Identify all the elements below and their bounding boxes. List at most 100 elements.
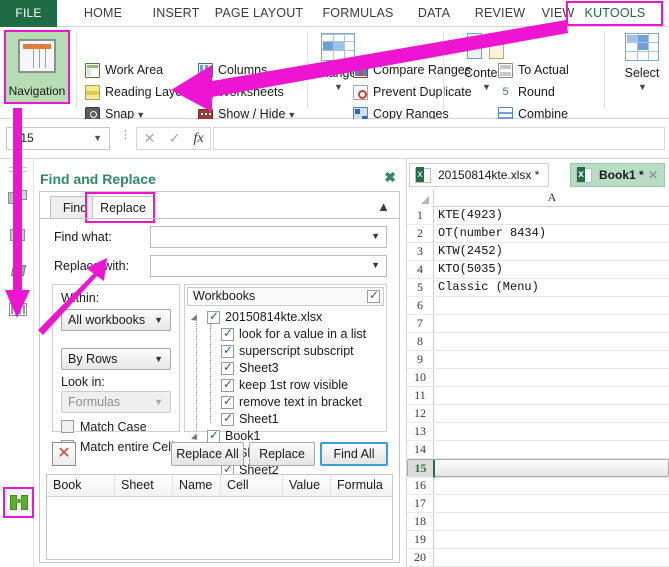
tree-checkbox[interactable] [221,362,234,375]
chevron-down-icon[interactable]: ▼ [154,349,163,369]
close-x-icon[interactable]: ✖ [384,169,396,186]
chevron-down-icon[interactable]: ▼ [482,82,491,92]
tree-checkbox[interactable] [221,396,234,409]
column-header-value[interactable]: Value [283,475,331,496]
cell-a17[interactable] [435,495,669,513]
cell-a12[interactable] [435,405,669,423]
formula-input[interactable] [213,127,665,150]
tab-insert[interactable]: INSERT [145,0,207,27]
autotext-pane-icon[interactable] [7,261,29,281]
cell-a11[interactable] [435,387,669,405]
tree-checkbox[interactable] [221,345,234,358]
row-header[interactable]: 4 [407,261,434,279]
within-select[interactable]: All workbooks ▼ [61,309,171,331]
cell-a14[interactable] [435,441,669,459]
row-header[interactable]: 13 [407,423,434,441]
tree-checkbox[interactable] [221,379,234,392]
column-header-a[interactable]: A [435,189,669,207]
tab-data[interactable]: DATA [408,0,460,27]
column-header-sheet[interactable]: Sheet [115,475,173,496]
workbook-tab-kte[interactable]: 20150814kte.xlsx * [409,163,549,187]
row-header[interactable]: 2 [407,225,434,243]
replace-with-input[interactable]: ▼ [150,255,387,277]
replace-all-button[interactable]: Replace All [171,442,244,466]
tab-close-icon[interactable]: ✕ [648,164,658,186]
cell-a4[interactable]: KTO(5035) [435,261,669,279]
tree-checkbox[interactable] [221,413,234,426]
cmd-work-area[interactable]: Work Area [84,60,163,81]
name-box[interactable]: F15 ▼ [6,127,110,150]
row-header[interactable]: 18 [407,513,434,531]
chevron-down-icon[interactable]: ▼ [154,310,163,330]
row-header[interactable]: 9 [407,351,434,369]
fx-icon[interactable]: fx [186,128,211,149]
cmd-prevent-duplicate[interactable]: Prevent Duplicate [352,82,472,103]
find-all-button[interactable]: Find All [320,442,388,466]
chevron-down-icon[interactable]: ▼ [371,260,380,270]
cell-a2[interactable]: OT(number 8434) [435,225,669,243]
column-header-cell[interactable]: Cell [221,475,283,496]
row-header[interactable]: 7 [407,315,434,333]
collapse-chevron-icon[interactable]: ▲ [377,199,390,214]
cell-a16[interactable] [435,477,669,495]
match-case-checkbox[interactable]: Match Case [61,419,147,435]
tab-review[interactable]: REVIEW [466,0,534,27]
row-header[interactable]: 12 [407,405,434,423]
row-header[interactable]: 11 [407,387,434,405]
tab-page-layout[interactable]: PAGE LAYOUT [205,0,313,27]
chevron-down-icon[interactable]: ▼ [638,82,647,92]
cell-a15[interactable] [436,460,668,478]
replace-button[interactable]: Replace [249,442,315,466]
cell-a7[interactable] [435,315,669,333]
match-entire-cell-checkbox[interactable]: Match entire Cell [61,439,174,455]
row-header[interactable]: 8 [407,333,434,351]
find-what-input[interactable]: ▼ [150,226,387,248]
tab-formulas[interactable]: FORMULAS [312,0,404,27]
cancel-x-icon[interactable]: ✕ [137,128,162,149]
row-header[interactable]: 14 [407,441,434,459]
tab-home[interactable]: HOME [72,0,134,27]
workbooks-header-checkbox[interactable] [367,290,380,303]
cell-a13[interactable] [435,423,669,441]
row-header[interactable]: 1 [407,207,434,225]
columns-pane-icon[interactable] [7,300,29,320]
column-header-formula[interactable]: Formula [331,475,411,496]
cell-a18[interactable] [435,513,669,531]
navigation-button[interactable]: Navigation [4,30,70,104]
workbook-pane-icon[interactable] [7,189,29,209]
column-header-name[interactable]: Name [173,475,221,496]
row-header[interactable]: 19 [407,531,434,549]
row-header[interactable]: 5 [407,279,434,297]
worksheet-pane-icon[interactable] [7,225,29,245]
workbook-tab-book1[interactable]: Book1 * ✕ [570,163,665,187]
cell-a20[interactable] [435,549,669,567]
row-header[interactable]: 17 [407,495,434,513]
tab-file[interactable]: FILE [0,0,57,27]
tree-checkbox[interactable] [207,311,220,324]
select-all-corner-icon[interactable] [407,189,434,207]
formula-bar-grip[interactable]: ⋮ [120,132,123,145]
row-header[interactable]: 20 [407,549,434,567]
chevron-down-icon[interactable]: ▼ [154,392,163,412]
cell-a1[interactable]: KTE(4923) [435,207,669,225]
cmd-to-actual[interactable]: To Actual [497,60,569,81]
chevron-down-icon[interactable]: ▼ [334,82,343,92]
cell-a6[interactable] [435,297,669,315]
find-replace-pane-icon[interactable] [3,487,34,518]
cmd-reading-layout[interactable]: Reading Layout [84,82,193,103]
look-in-select[interactable]: Formulas ▼ [61,391,171,413]
chevron-down-icon[interactable]: ▼ [371,231,380,241]
cmd-columns[interactable]: Columns [197,60,267,81]
row-header[interactable]: 16 [407,477,434,495]
cmd-round[interactable]: 5 Round [497,82,555,103]
cmd-worksheets[interactable]: Worksheets [197,82,284,103]
cell-a9[interactable] [435,351,669,369]
tree-checkbox[interactable] [221,328,234,341]
cell-a5[interactable]: Classic (Menu) [435,279,669,297]
row-header[interactable]: 3 [407,243,434,261]
row-header[interactable]: 6 [407,297,434,315]
cell-a8[interactable] [435,333,669,351]
column-header-book[interactable]: Book [47,475,115,496]
clear-results-x-icon[interactable]: ✕ [52,442,76,466]
cell-a3[interactable]: KTW(2452) [435,243,669,261]
